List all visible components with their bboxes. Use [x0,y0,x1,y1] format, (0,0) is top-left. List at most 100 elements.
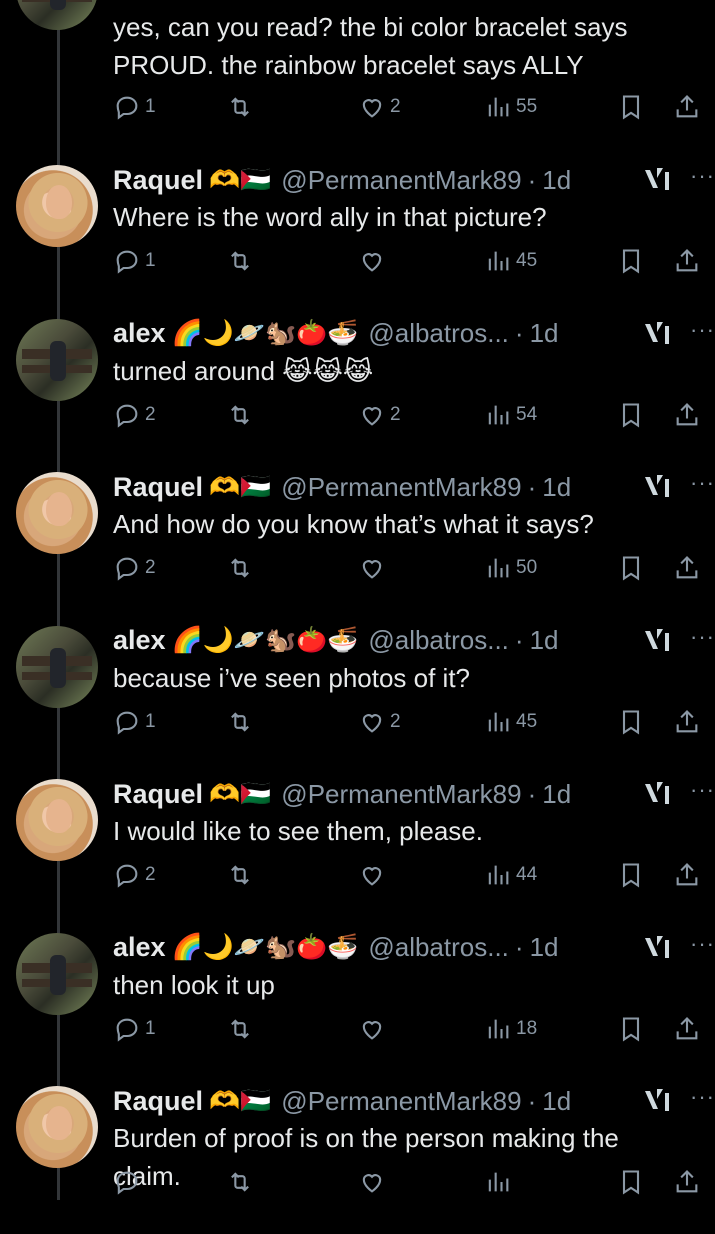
like-button[interactable] [358,554,390,582]
handle[interactable]: @albatros... [368,932,509,963]
timestamp[interactable]: 1d [530,318,559,349]
reply-button[interactable]: 2 [113,401,156,429]
share-button[interactable] [673,861,701,889]
display-name[interactable]: alex [113,932,166,963]
retweet-button[interactable] [226,554,254,582]
bookmark-button[interactable] [617,401,645,429]
like-button[interactable] [358,1015,390,1043]
tweet[interactable]: alex 🌈🌙🪐🐿️🍅🍜 @albatros... · 1d ··· then … [0,928,715,1081]
display-name[interactable]: Raquel [113,1086,203,1117]
tweet[interactable]: Raquel 🫶🇵🇸 @PermanentMark89 · 1d ··· Whe… [0,160,715,313]
share-button[interactable] [673,1015,701,1043]
like-button[interactable] [358,1168,390,1196]
handle[interactable]: @PermanentMark89 [281,1086,521,1117]
more-options-icon[interactable]: ··· [690,931,715,957]
views-button[interactable]: 44 [484,861,537,889]
more-options-icon[interactable]: ··· [690,317,715,343]
tweet[interactable]: alex 🌈🌙🪐🐿️🍅🍜 @albatros... · 1d ··· turne… [0,314,715,467]
grok-icon[interactable] [643,166,671,192]
bookmark-button[interactable] [617,1168,645,1196]
share-button[interactable] [673,247,701,275]
handle[interactable]: @albatros... [368,625,509,656]
retweet-button[interactable] [226,1168,254,1196]
display-name[interactable]: alex [113,625,166,656]
bookmark-button[interactable] [617,247,645,275]
more-options-icon[interactable]: ··· [690,470,715,496]
timestamp[interactable]: 1d [530,932,559,963]
timestamp[interactable]: 1d [530,625,559,656]
views-button[interactable]: 18 [484,1015,537,1043]
like-button[interactable]: 2 [358,708,401,736]
retweet-button[interactable] [226,708,254,736]
more-options-icon[interactable]: ··· [690,1084,715,1110]
views-button[interactable]: 45 [484,708,537,736]
reply-button[interactable] [113,1168,145,1196]
like-button[interactable]: 2 [358,93,401,121]
avatar[interactable] [16,625,98,708]
grok-icon[interactable] [643,627,671,653]
display-name[interactable]: Raquel [113,472,203,503]
grok-icon[interactable] [643,780,671,806]
handle[interactable]: @PermanentMark89 [281,472,521,503]
grok-icon[interactable] [643,934,671,960]
timestamp[interactable]: 1d [542,165,571,196]
avatar[interactable] [16,932,98,1015]
handle[interactable]: @PermanentMark89 [281,779,521,810]
views-button[interactable]: 54 [484,401,537,429]
display-name[interactable]: Raquel [113,779,203,810]
views-button[interactable]: 50 [484,554,537,582]
retweet-button[interactable] [226,861,254,889]
more-options-icon[interactable]: ··· [690,777,715,803]
reply-button[interactable]: 2 [113,554,156,582]
grok-icon[interactable] [643,1087,671,1113]
tweet[interactable]: alex 🌈🌙🪐🐿️🍅🍜 @albatros... · 1d ··· becau… [0,621,715,774]
share-button[interactable] [673,401,701,429]
share-button[interactable] [673,93,701,121]
like-button[interactable] [358,247,390,275]
display-name[interactable]: Raquel [113,165,203,196]
bookmark-button[interactable] [617,1015,645,1043]
retweet-button[interactable] [226,93,254,121]
retweet-button[interactable] [226,247,254,275]
avatar[interactable] [16,165,98,247]
avatar[interactable] [16,779,98,861]
more-options-icon[interactable]: ··· [690,624,715,650]
grok-icon[interactable] [643,320,671,346]
share-button[interactable] [673,1168,701,1196]
views-button[interactable] [484,1168,516,1196]
share-button[interactable] [673,554,701,582]
tweet[interactable]: Raquel 🫶🇵🇸 @PermanentMark89 · 1d ··· Bur… [0,1081,715,1234]
like-button[interactable]: 2 [358,401,401,429]
reply-button[interactable]: 1 [113,93,156,121]
bookmark-button[interactable] [617,93,645,121]
bookmark-button[interactable] [617,554,645,582]
like-button[interactable] [358,861,390,889]
views-button[interactable]: 55 [484,93,537,121]
separator: · [527,1085,537,1116]
tweet[interactable]: Raquel 🫶🇵🇸 @PermanentMark89 · 1d ··· And… [0,467,715,620]
timestamp[interactable]: 1d [542,1086,571,1117]
avatar[interactable] [16,472,98,554]
more-options-icon[interactable]: ··· [690,163,715,189]
timestamp[interactable]: 1d [542,472,571,503]
avatar[interactable] [16,1086,98,1168]
tweet[interactable]: Raquel 🫶🇵🇸 @PermanentMark89 · 1d ··· I w… [0,774,715,927]
grok-icon[interactable] [643,473,671,499]
share-button[interactable] [673,708,701,736]
reply-button[interactable]: 1 [113,1015,156,1043]
timestamp[interactable]: 1d [542,779,571,810]
display-name[interactable]: alex [113,318,166,349]
retweet-button[interactable] [226,1015,254,1043]
avatar[interactable] [16,0,98,30]
handle[interactable]: @PermanentMark89 [281,165,521,196]
reply-button[interactable]: 2 [113,861,156,889]
reply-button[interactable]: 1 [113,247,156,275]
retweet-button[interactable] [226,401,254,429]
reply-button[interactable]: 1 [113,708,156,736]
handle[interactable]: @albatros... [368,318,509,349]
views-button[interactable]: 45 [484,247,537,275]
avatar[interactable] [16,318,98,401]
tweet-top[interactable]: yes, can you read? the bi color bracelet… [0,0,715,153]
bookmark-button[interactable] [617,708,645,736]
bookmark-button[interactable] [617,861,645,889]
